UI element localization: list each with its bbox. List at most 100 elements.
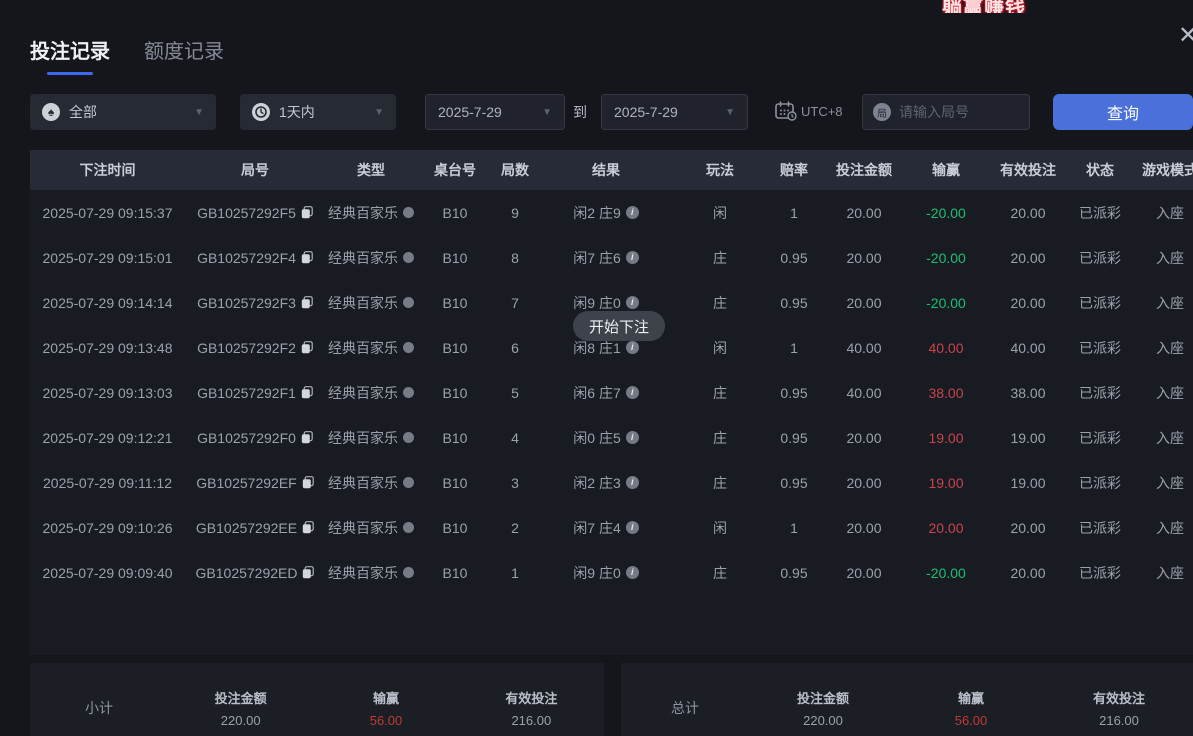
time-range-dropdown[interactable]: 1天内 ▼ xyxy=(240,94,396,130)
cell-game-mode: 入座 xyxy=(1131,338,1193,358)
cell-result: 闲9 庄0 i xyxy=(537,563,675,583)
cell-bet-amount: 20.00 xyxy=(823,205,905,221)
clock-icon xyxy=(252,103,270,121)
cell-valid-bet: 20.00 xyxy=(987,250,1069,266)
col-bet-time: 下注时间 xyxy=(30,160,185,180)
cell-round-id: GB10257292EE xyxy=(185,520,325,536)
info-icon[interactable]: i xyxy=(626,341,639,354)
cell-bet-time: 2025-07-29 09:15:01 xyxy=(30,250,185,266)
promo-banner-fragment: 躺赢赚钱 xyxy=(942,0,1028,13)
copy-icon[interactable] xyxy=(301,386,313,399)
info-icon[interactable]: i xyxy=(626,476,639,489)
date-from-picker[interactable]: 2025-7-29 ▼ xyxy=(425,94,565,130)
cell-bet-amount: 40.00 xyxy=(823,385,905,401)
cell-type: 经典百家乐 xyxy=(325,293,417,313)
game-type-dropdown[interactable]: ♠ 全部 ▼ xyxy=(30,94,216,130)
cell-bet-amount: 20.00 xyxy=(823,430,905,446)
cell-round: 8 xyxy=(493,250,537,266)
copy-icon[interactable] xyxy=(302,566,314,579)
col-win-loss: 输赢 xyxy=(905,160,987,180)
cell-valid-bet: 20.00 xyxy=(987,520,1069,536)
info-icon[interactable]: i xyxy=(626,431,639,444)
cell-valid-bet: 19.00 xyxy=(987,430,1069,446)
cell-result: 闲7 庄6 i xyxy=(537,248,675,268)
cell-win-loss: 40.00 xyxy=(905,340,987,356)
col-game-mode: 游戏模式 xyxy=(1131,160,1193,180)
cell-odds: 1 xyxy=(765,520,823,536)
table-row: 2025-07-29 09:10:26 GB10257292EE 经典百家乐 B… xyxy=(30,505,1193,550)
cell-round-id: GB10257292F1 xyxy=(185,385,325,401)
date-from-value: 2025-7-29 xyxy=(438,104,534,120)
col-round: 局数 xyxy=(493,160,537,180)
round-id-input[interactable] xyxy=(899,104,1019,120)
chevron-down-icon: ▼ xyxy=(374,107,384,118)
cell-game-mode: 入座 xyxy=(1131,473,1193,493)
col-status: 状态 xyxy=(1069,160,1131,180)
cell-table-no: B10 xyxy=(417,295,493,311)
total-valid-group: 有效投注 216.00 xyxy=(1045,688,1193,728)
cell-round: 3 xyxy=(493,475,537,491)
cell-bet-time: 2025-07-29 09:10:26 xyxy=(30,520,185,536)
cell-type: 经典百家乐 xyxy=(325,338,417,358)
info-icon[interactable]: i xyxy=(626,521,639,534)
total-bet-group: 投注金额 220.00 xyxy=(749,688,897,728)
total-win-label: 输赢 xyxy=(897,688,1045,707)
subtotal-win-group: 输赢 56.00 xyxy=(313,688,458,728)
cell-win-loss: 19.00 xyxy=(905,430,987,446)
close-icon[interactable]: ✕ xyxy=(1174,22,1193,50)
cell-round-id: GB10257292F3 xyxy=(185,295,325,311)
cell-status: 已派彩 xyxy=(1069,473,1131,493)
cell-bet-time: 2025-07-29 09:13:03 xyxy=(30,385,185,401)
cell-bet-time: 2025-07-29 09:14:14 xyxy=(30,295,185,311)
cell-round-id: GB10257292ED xyxy=(185,565,325,581)
tab-bet-records[interactable]: 投注记录 xyxy=(30,35,110,75)
info-icon[interactable]: i xyxy=(626,251,639,264)
total-bet-label: 投注金额 xyxy=(749,688,897,707)
col-play: 玩法 xyxy=(675,160,765,180)
cell-status: 已派彩 xyxy=(1069,293,1131,313)
date-to-picker[interactable]: 2025-7-29 ▼ xyxy=(601,94,748,130)
query-button[interactable]: 查询 xyxy=(1053,94,1193,130)
copy-icon[interactable] xyxy=(301,206,313,219)
info-icon[interactable]: i xyxy=(626,206,639,219)
info-icon[interactable]: i xyxy=(626,386,639,399)
info-icon[interactable]: i xyxy=(626,566,639,579)
game-provider-icon xyxy=(403,297,414,308)
cell-table-no: B10 xyxy=(417,475,493,491)
timezone-toggle[interactable]: UTC+8 xyxy=(775,101,843,121)
copy-icon[interactable] xyxy=(301,296,313,309)
table-row: 2025-07-29 09:15:37 GB10257292F5 经典百家乐 B… xyxy=(30,190,1193,235)
col-odds: 赔率 xyxy=(765,160,823,180)
cell-result: 闲2 庄3 i xyxy=(537,473,675,493)
table-header-row: 下注时间 局号 类型 桌台号 局数 结果 玩法 赔率 投注金额 输赢 有效投注 … xyxy=(30,150,1193,190)
cell-game-mode: 入座 xyxy=(1131,428,1193,448)
game-provider-icon xyxy=(403,342,414,353)
summary-row: 小计 投注金额 220.00 输赢 56.00 有效投注 216.00 总计 投… xyxy=(30,663,1193,736)
copy-icon[interactable] xyxy=(301,341,313,354)
info-icon[interactable]: i xyxy=(626,296,639,309)
total-label: 总计 xyxy=(621,698,749,718)
cell-table-no: B10 xyxy=(417,430,493,446)
copy-icon[interactable] xyxy=(301,431,313,444)
bet-records-table: 下注时间 局号 类型 桌台号 局数 结果 玩法 赔率 投注金额 输赢 有效投注 … xyxy=(30,150,1193,655)
copy-icon[interactable] xyxy=(302,476,314,489)
table-row: 2025-07-29 09:13:03 GB10257292F1 经典百家乐 B… xyxy=(30,370,1193,415)
copy-icon[interactable] xyxy=(301,251,313,264)
game-provider-icon xyxy=(403,567,414,578)
start-betting-toast: 开始下注 xyxy=(573,311,665,341)
cell-table-no: B10 xyxy=(417,340,493,356)
cell-bet-amount: 20.00 xyxy=(823,520,905,536)
tab-quota-records[interactable]: 额度记录 xyxy=(144,35,224,75)
cell-valid-bet: 19.00 xyxy=(987,475,1069,491)
chevron-down-icon: ▼ xyxy=(725,107,735,118)
game-type-value: 全部 xyxy=(69,102,186,122)
subtotal-win-label: 输赢 xyxy=(313,688,458,707)
cell-status: 已派彩 xyxy=(1069,203,1131,223)
cell-status: 已派彩 xyxy=(1069,518,1131,538)
cell-odds: 0.95 xyxy=(765,430,823,446)
cell-game-mode: 入座 xyxy=(1131,203,1193,223)
col-table-no: 桌台号 xyxy=(417,160,493,180)
cell-status: 已派彩 xyxy=(1069,563,1131,583)
copy-icon[interactable] xyxy=(302,521,314,534)
total-valid-value: 216.00 xyxy=(1045,713,1193,728)
